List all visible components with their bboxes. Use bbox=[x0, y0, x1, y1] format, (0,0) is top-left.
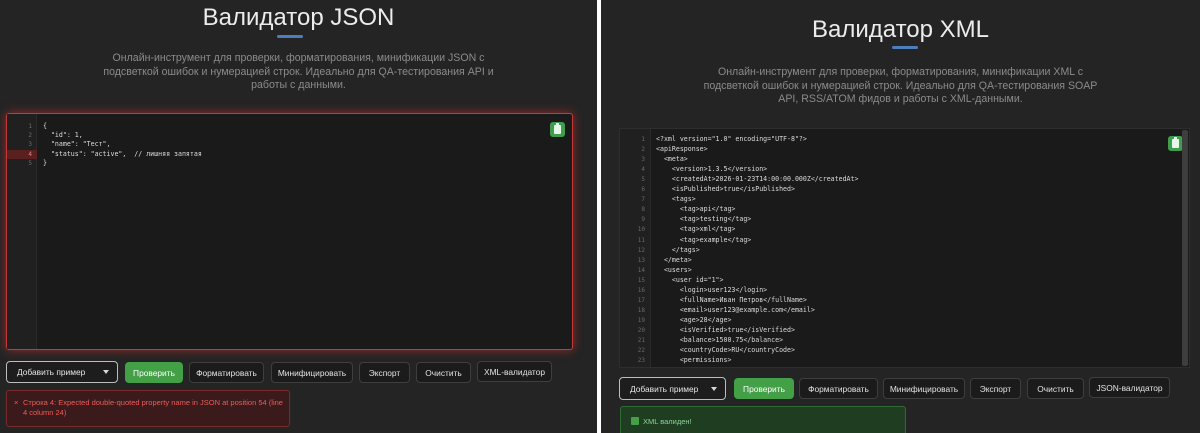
line-number: 4 bbox=[28, 150, 32, 158]
export-button[interactable]: Экспорт bbox=[970, 378, 1021, 399]
error-icon: × bbox=[14, 398, 19, 407]
code-line: <balance>1500.75</balance> bbox=[656, 336, 784, 344]
line-number: 15 bbox=[637, 276, 645, 284]
format-button[interactable]: Форматировать bbox=[799, 378, 878, 399]
code-line: <meta> bbox=[656, 155, 688, 164]
code-line: "name": "Тест", bbox=[43, 140, 111, 149]
line-number: 23 bbox=[637, 357, 645, 365]
copy-button[interactable] bbox=[1168, 136, 1183, 151]
line-number: 21 bbox=[637, 337, 645, 344]
xml-validator-link[interactable]: XML-валидатор bbox=[477, 361, 552, 382]
chevron-down-icon bbox=[103, 370, 109, 374]
validate-button[interactable]: Проверить bbox=[125, 362, 183, 383]
line-number: 2 bbox=[28, 132, 32, 140]
line-number: 5 bbox=[28, 159, 32, 167]
code-line: <user id="1"> bbox=[656, 275, 724, 284]
line-number: 9 bbox=[641, 216, 645, 224]
code-line: <email>user123@example.com</email> bbox=[656, 305, 815, 314]
line-number: 3 bbox=[641, 156, 645, 164]
line-number: 1 bbox=[28, 123, 32, 130]
page-title: Валидатор XML bbox=[811, 16, 990, 43]
line-number: 11 bbox=[637, 236, 645, 244]
json-validator-link[interactable]: JSON-валидатор bbox=[1089, 377, 1170, 398]
line-number: 13 bbox=[637, 256, 645, 264]
line-number: 10 bbox=[637, 226, 645, 234]
line-number: 14 bbox=[637, 266, 645, 274]
panel-divider bbox=[597, 0, 601, 433]
code-line: <isPublished>true</isPublished> bbox=[656, 185, 795, 194]
code-line: <version>1.3.5</version> bbox=[656, 165, 768, 174]
code-line: </meta> bbox=[656, 255, 692, 264]
line-number: 6 bbox=[641, 186, 645, 194]
line-number: 3 bbox=[28, 141, 32, 149]
copy-button[interactable] bbox=[550, 122, 565, 137]
clear-button[interactable]: Очистить bbox=[416, 362, 471, 383]
code-line: "id": 1, bbox=[43, 131, 83, 140]
minify-button[interactable]: Минифицировать bbox=[271, 362, 353, 383]
error-message: × Строка 4: Expected double-quoted prope… bbox=[6, 390, 290, 427]
json-editor[interactable]: 1 2 3 4 5 { "id": 1, "name": "Тест", "status"… bbox=[6, 113, 573, 350]
add-example-select[interactable]: Добавить пример bbox=[6, 361, 118, 383]
clear-button[interactable]: Очистить bbox=[1027, 378, 1084, 399]
code-line: <permissions> bbox=[656, 356, 732, 365]
add-example-select[interactable]: Добавить пример bbox=[619, 377, 726, 400]
line-number: 1 bbox=[641, 136, 645, 143]
minify-button[interactable]: Минифицировать bbox=[883, 378, 965, 399]
code-line: <isVerified>true</isVerified> bbox=[656, 325, 795, 334]
code-line: </tags> bbox=[656, 245, 700, 254]
title-underline bbox=[892, 46, 918, 49]
line-number: 8 bbox=[641, 206, 645, 214]
code-line: <tag>xml</tag> bbox=[656, 225, 736, 234]
format-button[interactable]: Форматировать bbox=[189, 362, 264, 383]
copy-icon bbox=[554, 123, 561, 134]
editor-scrollbar[interactable] bbox=[1182, 130, 1188, 366]
line-number: 12 bbox=[637, 246, 645, 254]
export-button[interactable]: Экспорт bbox=[359, 362, 410, 383]
line-number: 20 bbox=[637, 326, 645, 334]
xml-editor[interactable]: 1 2 3 4 5 6 7 8 9 10 11 12 13 14 15 16 17 18 19 20 21 22 23 <?x… bbox=[619, 128, 1190, 368]
code-line: } bbox=[43, 158, 47, 167]
code-line: <login>user123</login> bbox=[656, 285, 768, 294]
code-line: <tag>testing</tag> bbox=[656, 215, 752, 224]
checkbox-icon bbox=[631, 417, 639, 425]
title-underline bbox=[277, 35, 303, 38]
page-description: Онлайн-инструмент для проверки, форматир… bbox=[103, 52, 494, 91]
code-line: <fullName>Иван Петров</fullName> bbox=[656, 295, 807, 304]
code-line: <countryCode>RU</countryCode> bbox=[656, 346, 795, 355]
line-number: 5 bbox=[641, 176, 645, 184]
code-line: <tag>example</tag> bbox=[656, 235, 752, 244]
code-line: <createdAt>2026-01-23T14:00:00.000Z</cre… bbox=[656, 175, 859, 184]
line-number: 18 bbox=[637, 306, 645, 314]
line-number: 16 bbox=[637, 286, 645, 294]
success-message: XML валиден! bbox=[620, 406, 906, 433]
line-number: 7 bbox=[641, 196, 645, 204]
code-line: <users> bbox=[656, 265, 692, 274]
code-line: <tags> bbox=[656, 195, 696, 204]
line-number: 4 bbox=[641, 166, 645, 174]
code-line: <tag>api</tag> bbox=[656, 205, 736, 214]
page-description: Онлайн-инструмент для проверки, форматир… bbox=[703, 66, 1098, 105]
line-number: 22 bbox=[637, 347, 645, 355]
chevron-down-icon bbox=[711, 386, 717, 391]
code-line: <apiResponse> bbox=[656, 145, 708, 154]
code-line: "status": "active", // лишняя запятая bbox=[43, 149, 202, 158]
validate-button[interactable]: Проверить bbox=[734, 378, 794, 399]
code-line: <age>28</age> bbox=[656, 315, 732, 324]
line-number: 17 bbox=[637, 296, 645, 304]
line-number: 2 bbox=[641, 146, 645, 154]
code-line: { bbox=[43, 122, 47, 130]
page-title: Валидатор JSON bbox=[202, 4, 395, 31]
line-number: 19 bbox=[637, 316, 645, 324]
copy-icon bbox=[1172, 137, 1179, 148]
code-line: <?xml version="1.0" encoding="UTF-8"?> bbox=[656, 135, 807, 143]
